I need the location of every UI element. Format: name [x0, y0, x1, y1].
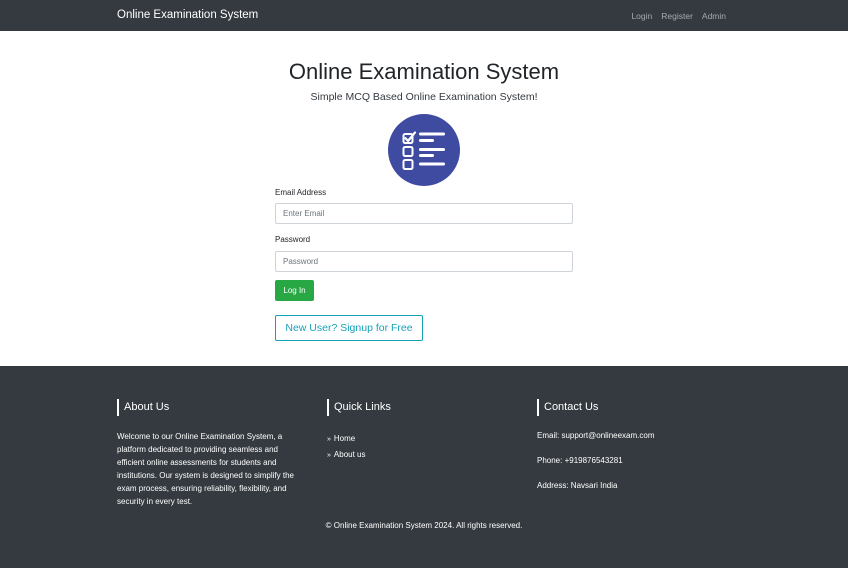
- contact-address: Address: Navsari India: [537, 481, 618, 490]
- contact-email: Email: support@onlineexam.com: [537, 431, 655, 440]
- password-label: Password: [275, 235, 311, 244]
- contact-phone: Phone: +919876543281: [537, 456, 623, 465]
- quick-link-home[interactable]: » Home: [327, 433, 517, 449]
- quick-link-label: Home: [333, 434, 356, 443]
- footer-quick-links: Quick Links » Home » About us: [327, 399, 517, 465]
- login-section: Online Examination System Simple MCQ Bas…: [0, 31, 848, 366]
- nav-admin-link[interactable]: Admin: [702, 11, 726, 21]
- page-subtitle: Simple MCQ Based Online Examination Syst…: [310, 91, 538, 103]
- chevron-right-icon: »: [327, 436, 331, 443]
- login-button[interactable]: Log In: [275, 280, 314, 301]
- password-input[interactable]: [275, 251, 573, 272]
- copyright-text: © Online Examination System 2024. All ri…: [325, 521, 523, 530]
- footer-about: About Us Welcome to our Online Examinati…: [117, 399, 307, 508]
- contact-heading: Contact Us: [537, 399, 727, 416]
- quick-links-heading: Quick Links: [327, 399, 517, 416]
- email-label: Email Address: [275, 188, 327, 197]
- footer: About Us Welcome to our Online Examinati…: [0, 366, 848, 568]
- quick-link-label: About us: [333, 450, 366, 459]
- top-navbar: Online Examination System Login Register…: [0, 0, 848, 31]
- chevron-right-icon: »: [327, 452, 331, 459]
- navbar-links: Login Register Admin: [631, 11, 726, 21]
- quick-link-about[interactable]: » About us: [327, 449, 517, 465]
- navbar-brand[interactable]: Online Examination System: [117, 9, 258, 21]
- checklist-icon: [388, 114, 460, 186]
- about-heading: About Us: [117, 399, 307, 416]
- page-title: Online Examination System: [288, 59, 560, 84]
- email-input[interactable]: [275, 203, 573, 224]
- footer-contact: Contact Us Email: support@onlineexam.com…: [537, 399, 727, 490]
- quick-links-list: » Home » About us: [327, 433, 517, 465]
- nav-register-link[interactable]: Register: [661, 11, 693, 21]
- nav-login-link[interactable]: Login: [631, 11, 652, 21]
- signup-button[interactable]: New User? Signup for Free: [275, 315, 423, 341]
- about-text: Welcome to our Online Examination System…: [117, 432, 294, 506]
